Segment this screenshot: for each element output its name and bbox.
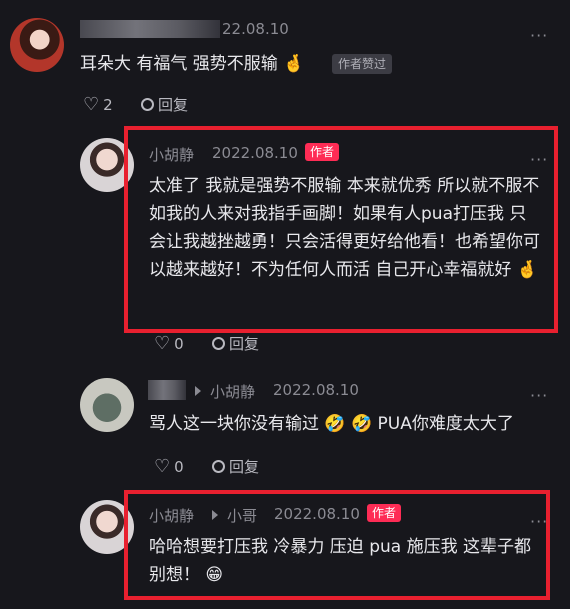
reply-button[interactable]: 回复 — [212, 456, 259, 477]
like-count: 2 — [103, 95, 113, 114]
reply-text: 太准了 我就是强势不服输 本来就优秀 所以就不服不如我的人来对我指手画脚！如果有… — [149, 176, 540, 280]
reply-label: 回复 — [229, 458, 260, 476]
username-obscured — [148, 380, 186, 400]
reply-to-name[interactable]: 小胡静 — [210, 381, 255, 402]
reply-text: 骂人这一块你没有输过 🤣 🤣 PUA你难度太大了 — [149, 414, 514, 434]
reply-date: 2022.08.10 — [274, 505, 360, 523]
reply-date: 2022.08.10 — [212, 144, 298, 162]
like-count: 0 — [174, 457, 184, 476]
reply-bubble-icon — [141, 98, 154, 111]
like-button[interactable]: ♡ 0 — [154, 333, 184, 354]
reply-arrow-icon — [195, 386, 201, 396]
author-badge: 作者 — [305, 143, 340, 161]
like-count: 0 — [174, 334, 184, 353]
more-icon[interactable]: ··· — [530, 512, 548, 531]
reply-label: 回复 — [229, 335, 260, 353]
avatar[interactable] — [10, 18, 64, 72]
username-obscured — [80, 20, 220, 38]
reply-author[interactable]: 小胡静 — [149, 144, 194, 165]
avatar[interactable] — [80, 378, 134, 432]
heart-icon: ♡ — [154, 456, 171, 477]
heart-icon: ♡ — [83, 94, 100, 115]
reply-button[interactable]: 回复 — [141, 94, 188, 115]
more-icon[interactable]: ··· — [530, 150, 548, 169]
comment-text: 耳朵大 有福气 强势不服输 🤞 — [80, 54, 305, 74]
heart-icon: ♡ — [154, 333, 171, 354]
reply-text: 哈哈想要打压我 冷暴力 压迫 pua 施压我 这辈子都别想！ 😁 — [149, 537, 532, 585]
reply-label: 回复 — [158, 96, 189, 114]
reply-bubble-icon — [212, 460, 225, 473]
reply-arrow-icon — [212, 510, 218, 520]
more-icon[interactable]: ··· — [530, 386, 548, 405]
like-button[interactable]: ♡ 0 — [154, 456, 184, 477]
reply-bubble-icon — [212, 337, 225, 350]
author-liked-badge: 作者赞过 — [332, 54, 393, 74]
author-badge: 作者 — [367, 504, 402, 522]
reply-author[interactable]: 小胡静 — [149, 505, 194, 526]
reply-date: 2022.08.10 — [273, 381, 359, 399]
reply-to-name[interactable]: 小哥 — [227, 505, 257, 526]
reply-button[interactable]: 回复 — [212, 333, 259, 354]
more-icon[interactable]: ··· — [530, 26, 548, 45]
like-button[interactable]: ♡ 2 — [83, 94, 113, 115]
comment-date: 22.08.10 — [222, 20, 289, 38]
